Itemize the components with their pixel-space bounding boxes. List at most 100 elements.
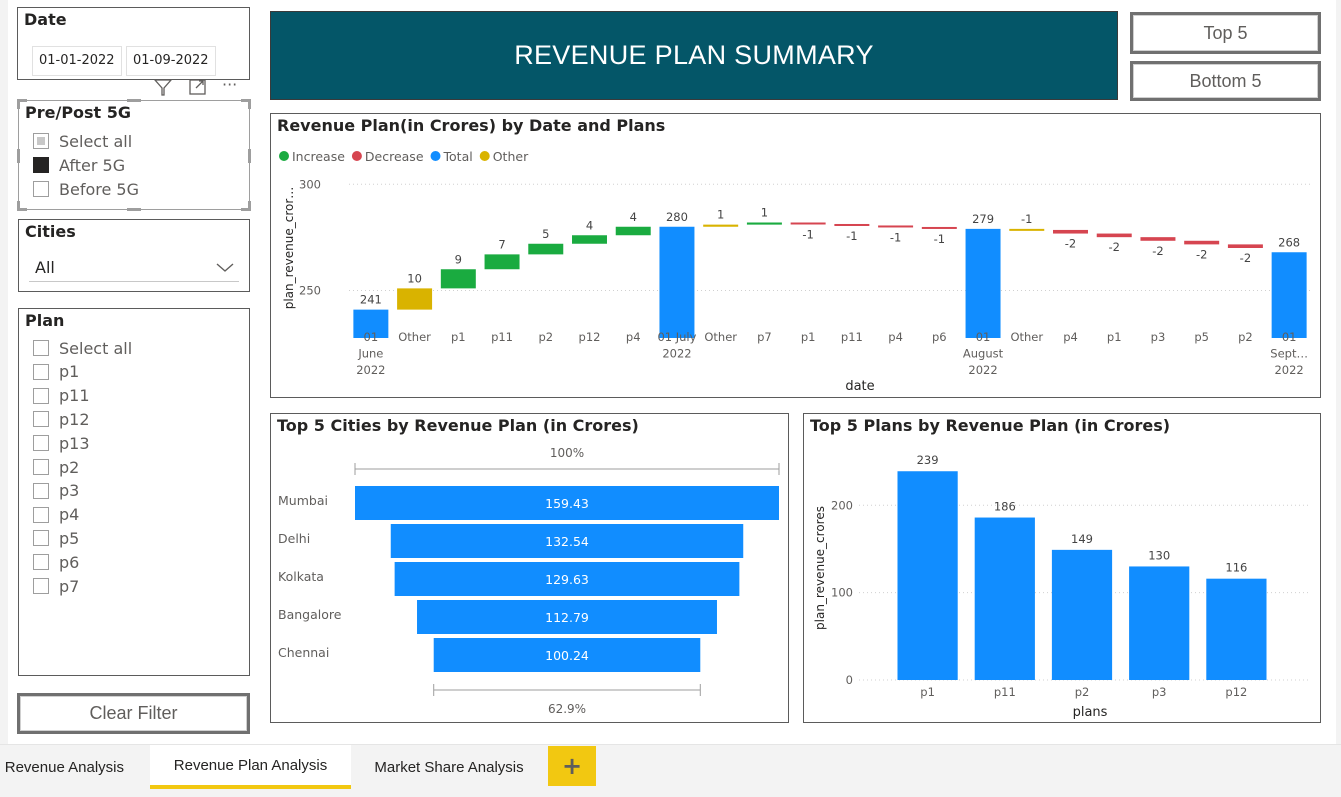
tab-label: o Revenue Analysis xyxy=(0,758,124,776)
plan-item-p13[interactable]: p13 xyxy=(33,432,90,454)
plan-item-p7[interactable]: p7 xyxy=(33,575,79,597)
top-5-button[interactable]: Top 5 xyxy=(1130,12,1321,54)
x-tick-label: p4 xyxy=(888,330,903,344)
x-tick-label: p11 xyxy=(994,685,1016,699)
data-label: -1 xyxy=(934,232,945,246)
data-label: 4 xyxy=(630,210,637,224)
date-slicer-title: Date xyxy=(24,10,67,29)
y-tick-label: 300 xyxy=(299,177,321,191)
clear-filter-button[interactable]: Clear Filter xyxy=(17,693,250,734)
add-page-button[interactable]: + xyxy=(548,746,596,786)
funnel-category-label: Kolkata xyxy=(278,569,324,584)
x-tick-label: 01 xyxy=(1282,330,1297,344)
checkbox[interactable] xyxy=(33,363,49,380)
item-label: Select all xyxy=(59,131,133,151)
checkbox[interactable] xyxy=(33,578,49,594)
checkbox-select-all[interactable] xyxy=(33,133,49,149)
checkbox-after-5g[interactable] xyxy=(33,157,49,173)
resize-handle-tr[interactable] xyxy=(241,99,251,109)
plan-item-p1[interactable]: p1 xyxy=(33,361,79,383)
checkbox[interactable] xyxy=(33,506,49,523)
data-label: 186 xyxy=(994,500,1016,514)
checkbox[interactable] xyxy=(33,459,49,475)
plan-slicer: Plan Select all p1 p11 p12 p13 p2 p3 p4 p5 p6 p7 xyxy=(18,308,250,676)
resize-handle-tl[interactable] xyxy=(17,99,27,109)
y-axis-title: plan_revenue_cror… xyxy=(282,187,296,310)
filter-icon[interactable] xyxy=(152,77,174,97)
legend-marker xyxy=(430,151,441,161)
resize-handle-left[interactable] xyxy=(17,149,20,163)
plan-item-p12[interactable]: p12 xyxy=(33,408,90,430)
waterfall-bar xyxy=(703,224,739,227)
waterfall-bar xyxy=(878,225,914,228)
checkbox[interactable] xyxy=(33,340,49,356)
checkbox[interactable] xyxy=(33,530,49,547)
resize-handle-bottom[interactable] xyxy=(127,208,141,211)
resize-handle-bl[interactable] xyxy=(17,201,27,211)
resize-handle-right[interactable] xyxy=(248,149,251,163)
checkbox-before-5g[interactable] xyxy=(33,181,49,197)
plan-item-p4[interactable]: p4 xyxy=(33,504,79,526)
x-tick-label: 2022 xyxy=(968,363,997,377)
x-tick-label: Other xyxy=(1010,330,1043,344)
data-label: 4 xyxy=(586,218,593,232)
x-tick-label: 01 xyxy=(976,330,991,344)
plan-item-p3[interactable]: p3 xyxy=(33,480,79,502)
y-tick-label: 0 xyxy=(846,673,853,687)
bottom-5-button[interactable]: Bottom 5 xyxy=(1130,61,1321,101)
waterfall-bar xyxy=(1096,233,1132,238)
plan-item-select-all[interactable]: Select all xyxy=(33,337,132,359)
x-axis-title: date xyxy=(845,379,874,394)
x-tick-label: 2022 xyxy=(662,347,691,361)
plan-item-p11[interactable]: p11 xyxy=(33,385,90,407)
data-label: -2 xyxy=(1196,247,1207,261)
tab-revenue-analysis[interactable]: o Revenue Analysis xyxy=(0,745,150,789)
tab-market-share-analysis[interactable]: Market Share Analysis xyxy=(351,745,547,789)
focus-mode-icon[interactable] xyxy=(187,77,209,97)
bar xyxy=(1206,578,1267,680)
top-percent-label: 100% xyxy=(550,446,584,460)
end-date-input[interactable]: 01-09-2022 xyxy=(126,46,216,76)
plus-icon: + xyxy=(561,752,583,780)
prepost-item-select-all[interactable]: Select all xyxy=(33,130,132,152)
prepost-item-before-5g[interactable]: Before 5G xyxy=(33,178,139,200)
x-tick-label: p11 xyxy=(841,330,863,344)
start-date-input[interactable]: 01-01-2022 xyxy=(32,46,122,76)
x-tick-label: August xyxy=(963,347,1004,361)
prepost-item-after-5g[interactable]: After 5G xyxy=(33,154,125,176)
checkbox[interactable] xyxy=(33,554,49,571)
checkbox[interactable] xyxy=(33,435,49,452)
summary-header: REVENUE PLAN SUMMARY xyxy=(270,11,1118,100)
x-tick-label: p7 xyxy=(757,330,772,344)
x-tick-label: p1 xyxy=(920,685,935,699)
item-label: p6 xyxy=(59,552,80,572)
funnel-category-label: Delhi xyxy=(278,531,310,546)
plan-item-p2[interactable]: p2 xyxy=(33,456,79,478)
plan-item-p5[interactable]: p5 xyxy=(33,527,79,549)
checkbox[interactable] xyxy=(33,482,49,499)
checkbox[interactable] xyxy=(33,387,49,404)
x-tick-label: p2 xyxy=(1238,330,1253,344)
prepost-5g-slicer: Pre/Post 5G Select all After 5G Before 5… xyxy=(17,99,251,211)
plan-item-p6[interactable]: p6 xyxy=(33,551,79,573)
prepost-slicer-title: Pre/Post 5G xyxy=(25,103,132,122)
bar-chart: 0 100 200 plan_revenue_crores 239 p1 186 p11 149… xyxy=(813,453,1310,720)
funnel-value-label: 129.63 xyxy=(545,572,589,587)
x-tick-label: p12 xyxy=(579,330,601,344)
funnel-visual: Top 5 Cities by Revenue Plan (in Crores)… xyxy=(270,413,789,723)
data-label: -1 xyxy=(890,230,901,244)
x-tick-label: p3 xyxy=(1152,685,1167,699)
data-label: -2 xyxy=(1065,237,1076,251)
bar-visual: Top 5 Plans by Revenue Plan (in Crores) … xyxy=(803,413,1321,723)
tab-revenue-plan-analysis[interactable]: Revenue Plan Analysis xyxy=(150,745,351,789)
resize-handle-top[interactable] xyxy=(127,99,141,102)
more-options-icon[interactable]: ··· xyxy=(222,75,237,94)
checkbox[interactable] xyxy=(33,411,49,428)
data-label: 9 xyxy=(455,252,462,266)
cities-dropdown[interactable]: All xyxy=(29,252,239,282)
date-slicer: Date 01-01-2022 01-09-2022 xyxy=(17,7,250,80)
resize-handle-br[interactable] xyxy=(241,201,251,211)
page-title: REVENUE PLAN SUMMARY xyxy=(514,40,874,70)
waterfall-bar xyxy=(1227,244,1263,248)
data-label: -1 xyxy=(1021,212,1032,226)
